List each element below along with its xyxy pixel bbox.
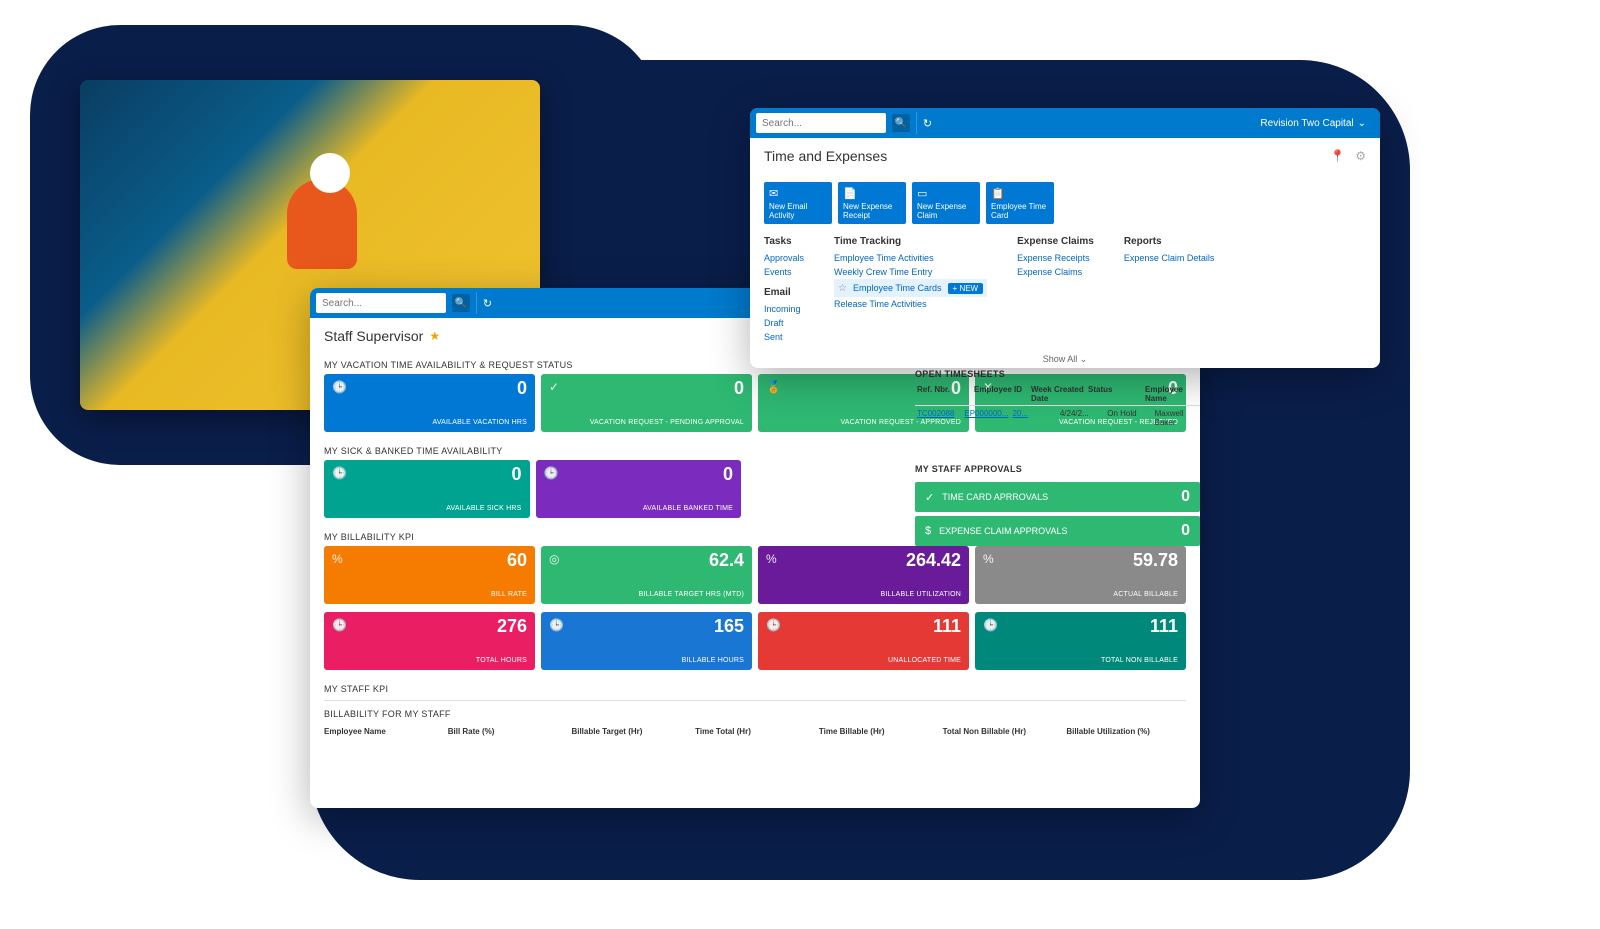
tile-vacation-pending[interactable]: ✓0VACATION REQUEST - PENDING APPROVAL (541, 374, 752, 432)
email-heading: Email (764, 287, 804, 298)
reports-heading: Reports (1124, 236, 1215, 247)
expense-claim-approvals-tile[interactable]: $ EXPENSE CLAIM APPROVALS0 (915, 516, 1200, 546)
refresh-icon[interactable]: ↻ (916, 112, 938, 134)
new-expense-claim-button[interactable]: ▭New Expense Claim (912, 182, 980, 224)
link-release-time[interactable]: Release Time Activities (834, 297, 987, 311)
dollar-icon: $ (925, 525, 931, 537)
link-approvals[interactable]: Approvals (764, 251, 804, 265)
staff-approvals-heading: MY STAFF APPROVALS (915, 460, 1200, 478)
tile-unallocated[interactable]: 🕒111UNALLOCATED TIME (758, 612, 969, 670)
staff-table-header: Employee NameBill Rate (%)Billable Targe… (310, 723, 1200, 740)
time-expenses-panel: 🔍 ↻ Revision Two Capital⌄ Time and Expen… (750, 108, 1380, 368)
link-events[interactable]: Events (764, 265, 804, 279)
tasks-heading: Tasks (764, 236, 804, 247)
tile-billable-util[interactable]: %264.42BILLABLE UTILIZATION (758, 546, 969, 604)
time-card-approvals-tile[interactable]: ✓ TIME CARD APRROVALS0 (915, 482, 1200, 512)
check-circle-icon: ✓ (925, 491, 934, 504)
gear-icon[interactable]: ⚙ (1355, 149, 1366, 163)
link-sent[interactable]: Sent (764, 330, 804, 344)
section-billability-staff: BILLABILITY FOR MY STAFF (310, 703, 1200, 723)
time-tracking-heading: Time Tracking (834, 236, 987, 247)
new-badge[interactable]: + NEW (948, 283, 984, 294)
tile-billable-target[interactable]: ◎62.4BILLABLE TARGET HRS (MTD) (541, 546, 752, 604)
search-input[interactable] (316, 293, 446, 313)
tile-banked-time[interactable]: 🕒0AVAILABLE BANKED TIME (536, 460, 742, 518)
search-icon[interactable]: 🔍 (452, 294, 470, 312)
timesheet-row[interactable]: TC002088EP000000... 20...4/24/2... On Ho… (915, 406, 1200, 430)
tile-billable-hours[interactable]: 🕒165BILLABLE HOURS (541, 612, 752, 670)
side-column: OPEN TIMESHEETS Ref. Nbr.Employee ID Wee… (915, 365, 1200, 550)
chevron-down-icon: ⌄ (1358, 118, 1366, 129)
tile-total-hours[interactable]: 🕒276TOTAL HOURS (324, 612, 535, 670)
link-time-cards-highlighted[interactable]: ☆ Employee Time Cards + NEW (834, 279, 987, 297)
tile-actual-billable[interactable]: %59.78ACTUAL BILLABLE (975, 546, 1186, 604)
new-email-button[interactable]: ✉New Email Activity (764, 182, 832, 224)
timesheet-header: Ref. Nbr.Employee ID Week Created DateSt… (915, 383, 1200, 406)
tile-sick-hrs[interactable]: 🕒0AVAILABLE SICK HRS (324, 460, 530, 518)
show-all-button[interactable]: Show All ⌄ (750, 348, 1380, 368)
link-time-activities[interactable]: Employee Time Activities (834, 251, 987, 265)
link-weekly-crew[interactable]: Weekly Crew Time Entry (834, 265, 987, 279)
star-icon[interactable]: ★ (429, 329, 440, 343)
link-expense-claim-details[interactable]: Expense Claim Details (1124, 251, 1215, 265)
new-expense-receipt-button[interactable]: 📄New Expense Receipt (838, 182, 906, 224)
link-expense-claims[interactable]: Expense Claims (1017, 265, 1094, 279)
company-selector[interactable]: Revision Two Capital⌄ (1252, 118, 1374, 129)
search-icon[interactable]: 🔍 (892, 114, 910, 132)
tile-bill-rate[interactable]: %60BILL RATE (324, 546, 535, 604)
link-draft[interactable]: Draft (764, 316, 804, 330)
page-title: Time and Expenses (764, 148, 887, 164)
refresh-icon[interactable]: ↻ (476, 292, 498, 314)
tile-non-billable[interactable]: 🕒111TOTAL NON BILLABLE (975, 612, 1186, 670)
link-incoming[interactable]: Incoming (764, 302, 804, 316)
link-expense-receipts[interactable]: Expense Receipts (1017, 251, 1094, 265)
employee-time-card-button[interactable]: 📋Employee Time Card (986, 182, 1054, 224)
tile-vacation-hrs[interactable]: 🕒0AVAILABLE VACATION HRS (324, 374, 535, 432)
search-input[interactable] (756, 113, 886, 133)
expense-claims-heading: Expense Claims (1017, 236, 1094, 247)
section-staff-kpi: MY STAFF KPI (310, 678, 1200, 698)
pin-icon[interactable]: 📍 (1330, 149, 1345, 163)
